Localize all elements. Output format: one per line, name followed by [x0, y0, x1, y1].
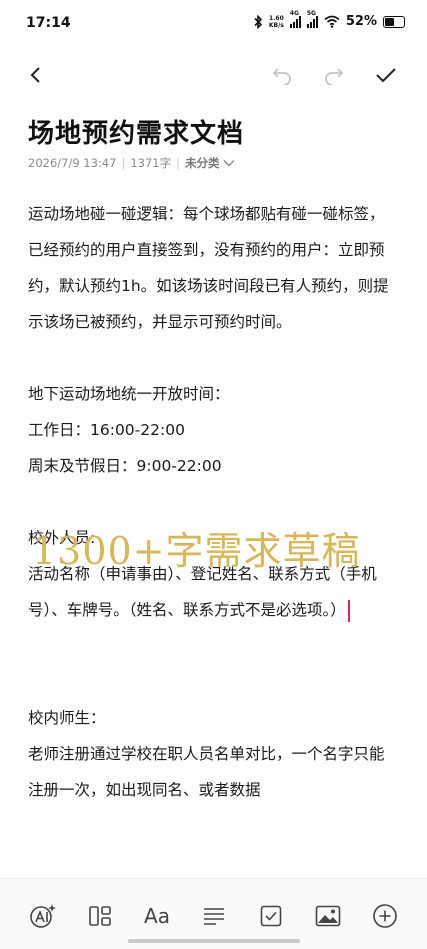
editor-toolbar	[0, 55, 427, 95]
image-icon	[315, 905, 341, 927]
text-format-icon: Aa	[144, 904, 170, 928]
add-icon	[373, 904, 397, 928]
redo-button[interactable]	[320, 61, 348, 89]
done-button[interactable]	[372, 61, 400, 89]
bluetooth-icon	[254, 14, 263, 29]
list-format-icon	[204, 908, 224, 925]
text-format-button[interactable]: Aa	[142, 901, 172, 931]
word-count: 1371字	[130, 156, 172, 170]
battery-fill	[385, 17, 394, 26]
net-speed-value: 1.60	[268, 14, 284, 22]
undo-icon	[272, 68, 291, 85]
note-body[interactable]: 运动场地碰一碰逻辑：每个球场都贴有碰一碰标签，已经预约的用户直接签到，没有预约的…	[28, 196, 398, 808]
chevron-left-icon	[30, 67, 40, 83]
signal-5g-label: 5G	[306, 9, 316, 17]
paragraph: 校内师生：	[28, 709, 106, 727]
back-button[interactable]	[22, 61, 50, 89]
chevron-down-icon	[223, 160, 235, 167]
paragraph-format-button[interactable]	[199, 901, 229, 931]
battery-icon	[383, 15, 405, 28]
paragraph: 工作日：16:00-22:00	[28, 421, 185, 439]
note-meta: 2026/7/9 13:47 | 1371字 | 未分类	[28, 155, 235, 171]
home-indicator[interactable]	[128, 939, 300, 943]
status-time: 17:14	[26, 15, 71, 31]
layout-button[interactable]	[85, 901, 115, 931]
network-speed: 1.60 KB/s	[269, 15, 284, 29]
meta-divider: |	[121, 156, 126, 170]
ai-icon	[30, 904, 56, 928]
watermark-text: 1300+字需求草稿	[32, 529, 361, 573]
signal-5g-icon: 5G	[306, 10, 318, 28]
note-date: 2026/7/9 13:47	[28, 156, 117, 170]
ai-button[interactable]	[28, 901, 58, 931]
text-cursor	[347, 599, 350, 622]
status-bar: 17:14 1.60 KB/s 4G 5G 52%	[0, 0, 427, 48]
net-speed-unit: KB/s	[268, 21, 284, 29]
paragraph: 运动场地碰一碰逻辑：每个球场都贴有碰一碰标签，已经预约的用户直接签到，没有预约的…	[28, 205, 389, 331]
paragraph: 地下运动场地统一开放时间：	[28, 385, 230, 403]
undo-button[interactable]	[268, 61, 296, 89]
category-label: 未分类	[184, 156, 220, 170]
category-selector[interactable]: 未分类	[185, 155, 236, 171]
checklist-button[interactable]	[256, 901, 286, 931]
meta-divider: |	[176, 156, 180, 170]
wifi-icon	[324, 15, 340, 28]
signal-4g-icon: 4G	[289, 10, 301, 28]
battery-percent: 52%	[345, 14, 377, 29]
status-icons: 1.60 KB/s 4G 5G 52%	[253, 10, 405, 29]
signal-4g-label: 4G	[289, 9, 299, 17]
redo-icon	[325, 68, 344, 85]
insert-image-button[interactable]	[313, 901, 343, 931]
paragraph: 老师注册通过学校在职人员名单对比，一个名字只能注册一次，如出现同名、或者数据	[28, 745, 385, 799]
add-button[interactable]	[370, 901, 400, 931]
layout-icon	[89, 906, 111, 926]
note-title[interactable]: 场地预约需求文档	[28, 113, 244, 150]
checkbox-icon	[260, 905, 282, 927]
check-icon	[376, 68, 396, 83]
paragraph: 周末及节假日：9:00-22:00	[28, 457, 222, 475]
